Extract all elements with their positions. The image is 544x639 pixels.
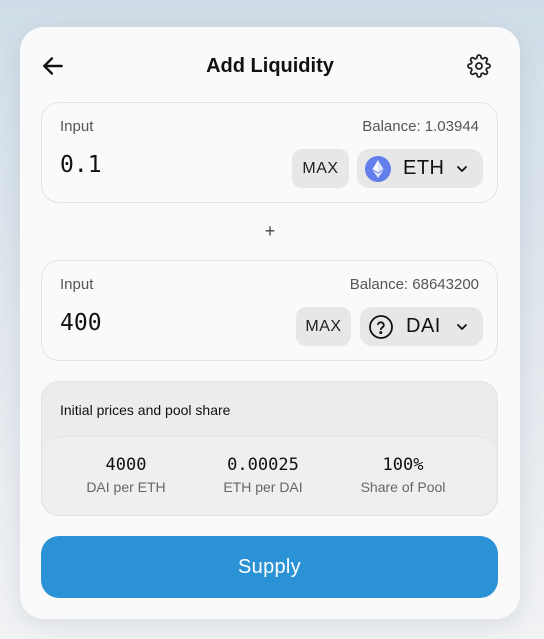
plus-icon: + (264, 221, 276, 241)
stat-share-of-pool: 100% Share of Pool (333, 455, 473, 495)
input-panel-eth: Input Balance: 1.03944 MAX ETH (41, 102, 498, 203)
add-liquidity-card: Add Liquidity Input Balance: 1.03944 MAX… (20, 27, 520, 619)
supply-button[interactable]: Supply (41, 536, 498, 598)
question-circle-icon (369, 314, 393, 339)
stat-value: 4000 (105, 455, 147, 475)
stat-value: 100% (382, 455, 424, 475)
amount-input-dai[interactable] (60, 310, 260, 336)
token-select-dai[interactable]: DAI (360, 307, 483, 346)
amount-input-eth[interactable] (60, 152, 260, 178)
max-button-dai[interactable]: MAX (296, 307, 351, 346)
max-button-eth[interactable]: MAX (292, 149, 349, 188)
page-title: Add Liquidity (206, 55, 334, 77)
chevron-down-icon (457, 165, 467, 172)
pool-share-panel: Initial prices and pool share 4000 DAI p… (41, 381, 498, 516)
pool-share-title: Initial prices and pool share (60, 402, 231, 418)
stat-label: DAI per ETH (86, 479, 166, 495)
pool-stats: 4000 DAI per ETH 0.00025 ETH per DAI 100… (43, 436, 496, 515)
token-symbol: DAI (406, 315, 441, 337)
token-select-eth[interactable]: ETH (357, 149, 483, 188)
gear-icon (467, 54, 491, 78)
header: Add Liquidity (20, 27, 520, 103)
stat-eth-per-dai: 0.00025 ETH per DAI (193, 455, 333, 495)
input-label: Input (60, 276, 94, 293)
stat-label: ETH per DAI (223, 479, 303, 495)
stat-label: Share of Pool (360, 479, 446, 495)
balance-text: Balance: 1.03944 (362, 118, 479, 135)
input-label: Input (60, 118, 94, 135)
stat-value: 0.00025 (227, 455, 299, 475)
stat-dai-per-eth: 4000 DAI per ETH (56, 455, 196, 495)
input-panel-dai: Input Balance: 68643200 MAX DAI (41, 260, 498, 361)
ethereum-icon (365, 155, 391, 182)
chevron-down-icon (457, 323, 467, 330)
settings-button[interactable] (467, 54, 491, 78)
token-symbol: ETH (403, 157, 445, 179)
balance-text: Balance: 68643200 (349, 276, 479, 293)
